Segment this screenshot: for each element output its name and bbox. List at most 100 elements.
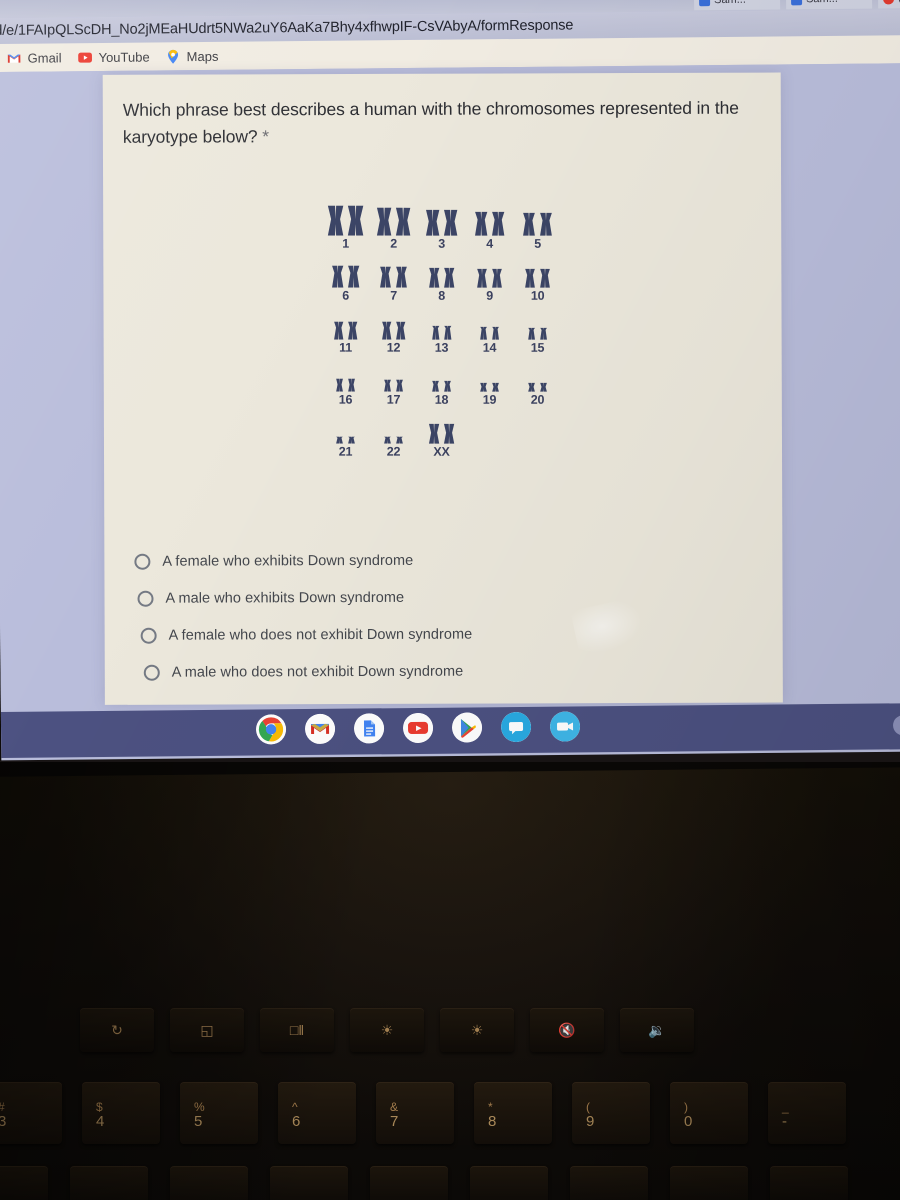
browser-tab[interactable]: Sam... [785,0,873,10]
chromosome-pair-glyphs [383,358,405,392]
browser-tab[interactable]: Sam... [693,0,781,11]
radio-button[interactable] [140,627,157,644]
chromosome-label: 12 [386,340,401,355]
karyotype-pair: 21 [321,410,369,459]
keyboard-key-3[interactable]: #3 [0,1082,62,1144]
chromosome-label: 7 [390,288,398,303]
bookmark-youtube[interactable]: YouTube [73,49,161,65]
gmail-app-icon[interactable] [304,713,336,745]
chromosome-pair-glyphs [425,202,459,236]
karyotype-pair: 12 [370,306,418,355]
key-shift-label: % [194,1100,205,1115]
shelf-status-tray[interactable] [892,715,900,736]
key-glyph: ◱ [200,1021,214,1038]
radio-button[interactable] [134,553,151,570]
key-shift-label: # [0,1101,5,1113]
play-store-app-icon[interactable] [451,712,483,743]
key-shift-label: * [488,1100,493,1115]
chromosome-pair-glyphs [335,358,357,392]
keyboard-key[interactable] [670,1166,748,1200]
radio-button[interactable] [137,590,154,607]
chromosome-label: 21 [338,444,353,459]
keyboard-key-5[interactable]: % 5 [180,1082,258,1144]
keyboard-key--[interactable]: _ - [768,1082,846,1144]
chromosome-label: 4 [486,236,494,251]
keyboard-key[interactable] [370,1166,448,1200]
keyboard-key[interactable] [170,1166,248,1200]
key-label: 5 [194,1113,203,1131]
chromosome-pair-glyphs [331,254,361,288]
karyotype-pair: 14 [466,306,514,355]
karyotype-pair: 11 [322,306,370,355]
brightness-down-key[interactable]: ☀ [350,1008,424,1052]
key-glyph: □‖ [289,1022,305,1038]
bookmark-maps[interactable]: Maps [162,48,231,64]
key-label: 3 [0,1113,7,1131]
youtube-app-icon[interactable] [402,712,434,744]
keyboard-key-9[interactable]: (9 [572,1082,650,1144]
physical-keyboard: ↻◱□‖☀☀🔇🔉 #3$4%5^6&7*8(9)0_- [0,762,900,1200]
key-label: 0 [684,1113,693,1131]
keyboard-key[interactable] [770,1166,848,1200]
docs-app-icon[interactable] [353,713,385,744]
key-glyph: ☀ [470,1021,484,1038]
chromosome-label: 20 [530,392,545,407]
keyboard-key-8[interactable]: * 8 [474,1082,552,1144]
browser-tab[interactable]: (1 [877,0,900,9]
keyboard-key-7[interactable]: & 7 [376,1082,454,1144]
karyotype-pair: 18 [418,358,466,407]
keyboard-key[interactable] [470,1166,548,1200]
chromosome-label: 2 [390,236,398,251]
overview-key[interactable]: □‖ [260,1008,334,1052]
answer-option-4[interactable]: A male who does not exhibit Down syndrom… [143,652,755,691]
key-shift-label: & [390,1100,399,1115]
chromosome-pair-glyphs [382,410,404,444]
answer-option-1[interactable]: A female who exhibits Down syndrome [134,541,754,580]
karyotype-pair: 16 [322,358,370,407]
keyboard-key[interactable] [0,1166,48,1200]
keyboard-key[interactable] [570,1166,648,1200]
key-glyph: ↻ [111,1021,123,1038]
chromeos-shelf [0,703,900,758]
tab-favicon [699,0,711,6]
chromosome-pair-glyphs [327,202,365,236]
brightness-up-key[interactable]: ☀ [440,1008,514,1052]
key-shift-label: ( [586,1100,590,1115]
chromosome-pair-glyphs [376,202,412,236]
reload-key[interactable]: ↻ [80,1008,154,1052]
karyotype-pair: 5 [514,202,562,251]
tab-title: Sam... [714,0,746,6]
answer-option-2[interactable]: A male who exhibits Down syndrome [137,578,754,617]
karyotype-pair: 17 [370,358,418,407]
keyboard-key[interactable] [270,1166,348,1200]
radio-button[interactable] [143,664,160,681]
chromosome-label: 17 [386,392,401,407]
mute-key[interactable]: 🔇 [530,1008,604,1052]
chromosome-label: 19 [482,392,497,407]
keyboard-key-0[interactable]: ) 0 [670,1082,748,1144]
karyotype-pair: XX [417,410,465,459]
volume-down-key[interactable]: 🔉 [620,1008,694,1052]
keyboard-function-row: ↻ ◱ □‖ ☀ ☀ 🔇 🔉 [80,1008,900,1052]
shelf-app-list [255,711,581,745]
chromosome-pair-glyphs [476,254,503,288]
chromosome-label: XX [433,444,450,459]
form-question-card: Which phrase best describes a human with… [102,72,783,705]
key-label: 8 [488,1113,497,1131]
key-shift-label: _ [782,1100,789,1115]
karyotype-row: 1 2 3 4 5 [322,202,562,251]
fullscreen-key[interactable]: ◱ [170,1008,244,1052]
keyboard-key-4[interactable]: $4 [82,1082,160,1144]
meet-app-icon[interactable] [549,711,581,742]
chromosome-pair-glyphs [431,358,453,392]
chromosome-pair-glyphs [474,202,506,236]
bookmark-gmail[interactable]: Gmail [3,50,74,66]
chromosome-label: 1 [342,236,350,251]
answer-option-label: A male who exhibits Down syndrome [165,589,405,607]
keyboard-key[interactable] [70,1166,148,1200]
keyboard-key-6[interactable]: ^ 6 [278,1082,356,1144]
answer-option-3[interactable]: A female who does not exhibit Down syndr… [140,615,755,654]
chat-app-icon[interactable] [500,711,532,743]
chrome-app-icon[interactable] [255,714,287,745]
question-title: Which phrase best describes a human with… [123,95,763,150]
